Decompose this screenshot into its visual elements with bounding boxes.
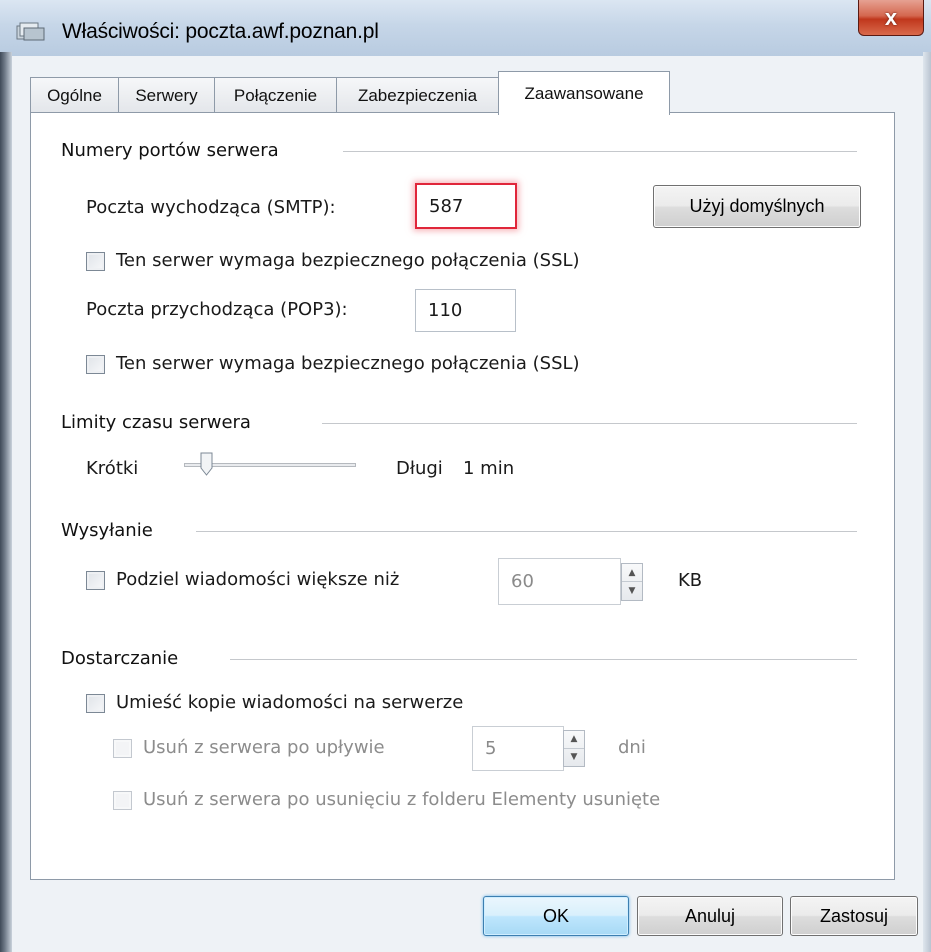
pop3-port-value: 110	[428, 300, 463, 321]
leave-copy-checkbox[interactable]	[86, 694, 105, 713]
window-left-border	[0, 52, 12, 952]
close-icon: x	[884, 4, 898, 30]
smtp-port-value: 587	[429, 195, 464, 217]
remove-after-unit: dni	[618, 737, 646, 758]
slider-thumb-icon[interactable]	[200, 452, 213, 476]
timeouts-section-label: Limity czasu serwera	[61, 412, 251, 433]
properties-dialog: Właściwości: poczta.awf.poznan.pl x Ogól…	[0, 0, 931, 952]
timeout-long-label: Długi	[396, 458, 443, 479]
window-right-border	[923, 52, 931, 952]
remove-deleted-label: Usuń z serwera po usunięciu z folderu El…	[143, 789, 661, 810]
pop3-ssl-checkbox[interactable]	[86, 355, 105, 374]
ports-section-label: Numery portów serwera	[61, 140, 279, 161]
split-size-unit: KB	[678, 570, 703, 591]
spin-down-icon[interactable]: ▼	[622, 582, 642, 600]
smtp-port-input[interactable]: 587	[415, 183, 517, 229]
remove-after-input[interactable]: 5	[472, 726, 564, 771]
smtp-port-label: Poczta wychodząca (SMTP):	[86, 197, 336, 218]
spin-up-icon[interactable]: ▲	[564, 731, 584, 749]
smtp-ssl-checkbox[interactable]	[86, 252, 105, 271]
pop3-port-label: Poczta przychodząca (POP3):	[86, 299, 348, 320]
title-bar[interactable]: Właściwości: poczta.awf.poznan.pl x	[0, 0, 931, 56]
tab-connection[interactable]: Połączenie	[214, 77, 337, 113]
ports-section-divider	[343, 151, 857, 152]
leave-copy-label: Umieść kopie wiadomości na serwerze	[116, 692, 464, 713]
remove-after-spinner[interactable]: ▲ ▼	[563, 730, 585, 767]
timeout-value-label: 1 min	[463, 458, 515, 479]
split-size-input[interactable]: 60	[498, 558, 621, 605]
split-messages-label: Podziel wiadomości większe niż	[116, 569, 400, 590]
split-size-spinner[interactable]: ▲ ▼	[621, 563, 643, 601]
remove-after-label: Usuń z serwera po upływie	[143, 737, 385, 758]
apply-button[interactable]: Zastosuj	[790, 896, 918, 936]
timeouts-section-divider	[322, 423, 857, 424]
smtp-ssl-label: Ten serwer wymaga bezpiecznego połączeni…	[116, 250, 580, 271]
remove-after-value: 5	[485, 738, 497, 759]
spin-down-icon[interactable]: ▼	[564, 749, 584, 767]
split-messages-checkbox[interactable]	[86, 571, 105, 590]
tab-general[interactable]: Ogólne	[30, 77, 119, 113]
remove-after-checkbox[interactable]	[113, 739, 132, 758]
cancel-button[interactable]: Anuluj	[637, 896, 783, 936]
window-app-icon	[16, 22, 45, 41]
close-button[interactable]: x	[858, 0, 924, 36]
delivery-section-divider	[230, 659, 857, 660]
sending-section-label: Wysyłanie	[61, 520, 153, 541]
split-size-value: 60	[511, 571, 534, 592]
ok-button[interactable]: OK	[483, 896, 629, 936]
pop3-ssl-label: Ten serwer wymaga bezpiecznego połączeni…	[116, 353, 580, 374]
window-title: Właściwości: poczta.awf.poznan.pl	[62, 20, 379, 43]
spin-up-icon[interactable]: ▲	[622, 564, 642, 582]
timeout-short-label: Krótki	[86, 458, 139, 479]
sending-section-divider	[196, 531, 857, 532]
delivery-section-label: Dostarczanie	[61, 648, 179, 669]
pop3-port-input[interactable]: 110	[415, 289, 516, 332]
tab-servers[interactable]: Serwery	[118, 77, 215, 113]
tab-advanced[interactable]: Zaawansowane	[498, 71, 670, 115]
tab-security[interactable]: Zabezpieczenia	[336, 77, 499, 113]
use-defaults-button[interactable]: Użyj domyślnych	[653, 185, 861, 228]
remove-deleted-checkbox[interactable]	[113, 791, 132, 810]
